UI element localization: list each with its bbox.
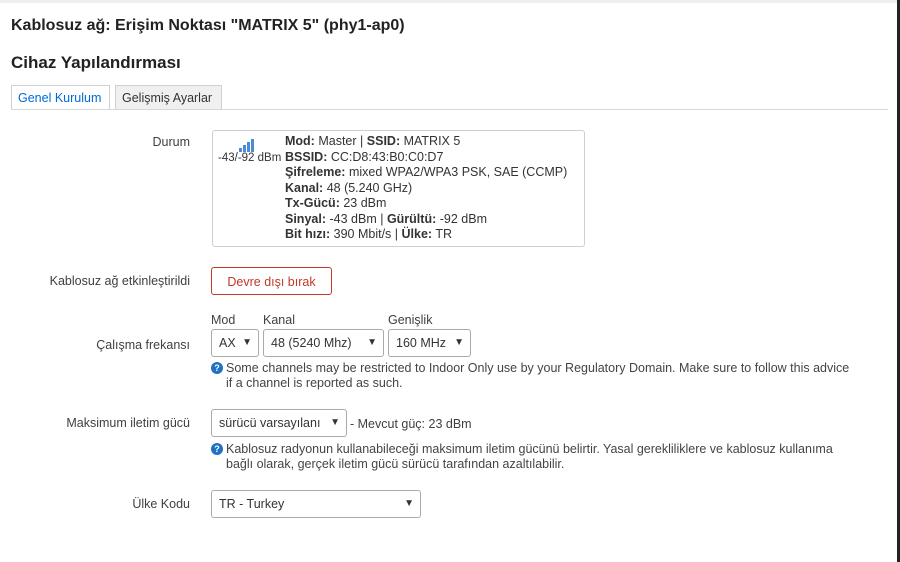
chevron-down-icon: ▼ <box>367 337 377 348</box>
txpower-help-line2: bağlı olarak, gerçek iletim gücü sürücü … <box>226 457 565 471</box>
section-title: Cihaz Yapılandırması <box>11 53 181 72</box>
chevron-down-icon: ▼ <box>404 498 414 509</box>
status-line-channel: Kanal: 48 (5.240 GHz) <box>285 181 567 197</box>
channel-field-label: Kanal <box>263 313 295 327</box>
country-value: TR <box>435 227 453 241</box>
signal-key: Sinyal: <box>285 211 326 226</box>
signal-dbm-text: -43/-92 dBm <box>218 152 282 164</box>
txpower-help-line1: ? Kablosuz radyonun kullanabileceği maksi… <box>211 442 881 457</box>
status-line-encryption: Şifreleme: mixed WPA2/WPA3 PSK, SAE (CCM… <box>285 165 567 181</box>
noise-key: Gürültü: <box>386 211 437 226</box>
mode-value: Master <box>318 134 357 148</box>
current-power-text: - Mevcut güç: 23 dBm <box>350 417 472 431</box>
status-label: Durum <box>152 135 190 149</box>
encryption-key: Şifreleme: <box>285 165 346 179</box>
txpower-value: 23 dBm <box>343 196 387 210</box>
txpower-key: Tx-Gücü: <box>285 196 340 210</box>
dialog-title: Kablosuz ağ: Erişim Noktası "MATRIX 5" (… <box>11 17 405 34</box>
frequency-label: Çalışma frekansı <box>96 338 190 352</box>
bitrate-key: Bit hızı: <box>285 227 331 241</box>
separator: | <box>380 211 384 226</box>
mode-select[interactable]: AX ▼ <box>211 329 259 357</box>
frequency-help-line1: ? Some channels may be restricted to Indo… <box>211 361 881 376</box>
status-line-txpower: Tx-Gücü: 23 dBm <box>285 196 567 212</box>
mode-field-label: Mod <box>211 313 236 327</box>
chevron-down-icon: ▼ <box>454 337 464 348</box>
country-code-label: Ülke Kodu <box>132 497 190 511</box>
txpower-help: ? Kablosuz radyonun kullanabileceği maksi… <box>211 442 881 472</box>
txpower-select-value: sürücü varsayılanı <box>219 416 321 430</box>
status-line-bitrate: Bit hızı: 390 Mbit/s | Ülke: TR <box>285 227 567 243</box>
frequency-help-line2: if a channel is reported as such. <box>226 376 403 390</box>
width-select[interactable]: 160 MHz ▼ <box>388 329 471 357</box>
status-line-mode: Mod: Master | SSID: MATRIX 5 <box>285 134 567 150</box>
mode-select-value: AX <box>219 336 236 350</box>
channel-value: 48 (5.240 GHz) <box>326 180 413 195</box>
tab-divider <box>11 109 888 110</box>
txpower-help-text1: Kablosuz radyonun kullanabileceği maksim… <box>226 442 833 456</box>
chevron-down-icon: ▼ <box>330 417 340 428</box>
tab-advanced-settings[interactable]: Gelişmiş Ayarlar <box>115 85 222 110</box>
channel-key: Kanal: <box>285 180 324 195</box>
channel-select-value: 48 (5240 Mhz) <box>271 336 352 350</box>
txpower-select[interactable]: sürücü varsayılanı ▼ <box>211 409 347 437</box>
status-line-signal: Sinyal: -43 dBm | Gürültü: -92 dBm <box>285 212 567 228</box>
separator: | <box>360 134 364 148</box>
bssid-key: BSSID: <box>285 149 328 164</box>
tab-general-setup[interactable]: Genel Kurulum <box>11 85 110 110</box>
help-icon: ? <box>211 362 223 374</box>
width-select-value: 160 MHz <box>396 336 447 350</box>
channel-select[interactable]: 48 (5240 Mhz) ▼ <box>263 329 384 357</box>
modal-top-border <box>0 0 900 3</box>
ssid-key: SSID: <box>366 134 401 148</box>
help-icon: ? <box>211 443 223 455</box>
status-box: -43/-92 dBm Mod: Master | SSID: MATRIX 5… <box>212 130 585 247</box>
bitrate-value: 390 Mbit/s <box>333 227 392 241</box>
wireless-enabled-label: Kablosuz ağ etkinleştirildi <box>49 274 190 288</box>
country-key: Ülke: <box>401 227 433 241</box>
encryption-value: mixed WPA2/WPA3 PSK, SAE (CCMP) <box>348 165 568 179</box>
bssid-value: CC:D8:43:B0:C0:D7 <box>330 149 444 164</box>
modal-dialog: Kablosuz ağ: Erişim Noktası "MATRIX 5" (… <box>0 0 900 562</box>
status-line-bssid: BSSID: CC:D8:43:B0:C0:D7 <box>285 150 567 166</box>
status-details: Mod: Master | SSID: MATRIX 5 BSSID: CC:D… <box>285 134 567 243</box>
country-select-value: TR - Turkey <box>219 497 285 511</box>
signal-value: -43 dBm <box>329 211 377 226</box>
separator: | <box>394 227 399 241</box>
country-select[interactable]: TR - Turkey ▼ <box>211 490 421 518</box>
width-field-label: Genişlik <box>388 313 433 327</box>
ssid-value: MATRIX 5 <box>403 134 461 148</box>
frequency-help: ? Some channels may be restricted to Indo… <box>211 361 881 391</box>
disable-button[interactable]: Devre dışı bırak <box>211 267 332 295</box>
noise-value: -92 dBm <box>439 211 487 226</box>
mode-key: Mod: <box>285 134 315 148</box>
frequency-help-text1: Some channels may be restricted to Indoo… <box>226 361 850 375</box>
signal-bars-icon <box>237 136 259 152</box>
txpower-label: Maksimum iletim gücü <box>66 416 190 430</box>
chevron-down-icon: ▼ <box>242 337 252 348</box>
